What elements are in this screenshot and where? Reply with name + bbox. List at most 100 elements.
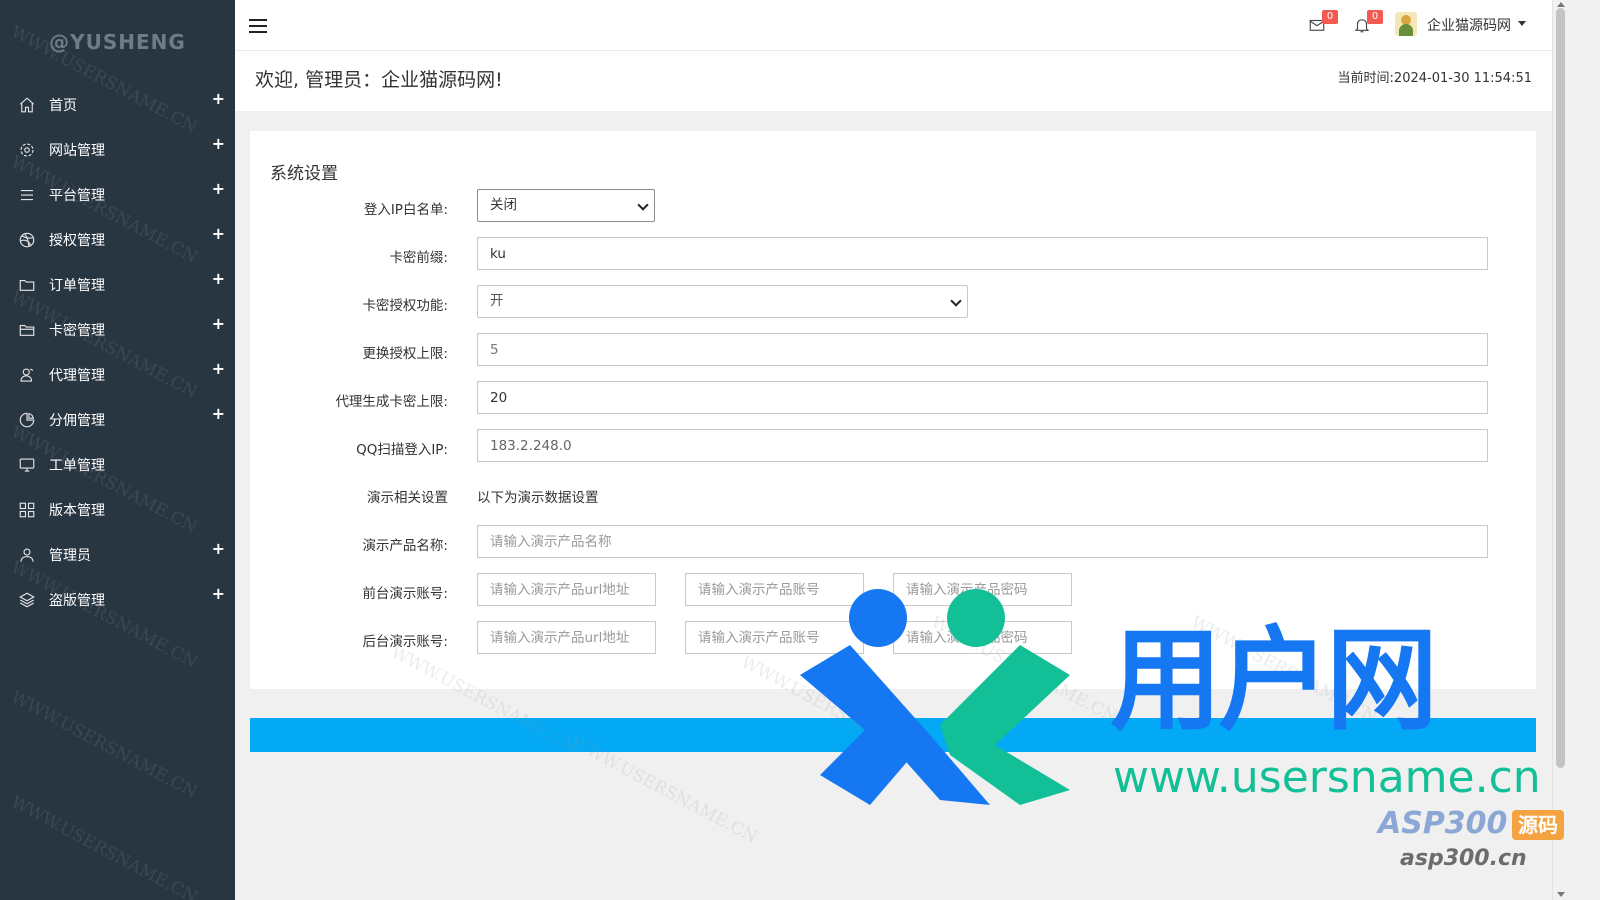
pie-chart-icon [19, 412, 35, 427]
sidebar-item-label: 管理员 [49, 547, 91, 564]
back-demo-password-input[interactable] [893, 621, 1072, 654]
form-row-ip-whitelist: 登入IP白名单: 关闭 [250, 189, 1536, 223]
caret-down-icon[interactable] [1518, 21, 1526, 26]
list-icon [21, 189, 33, 200]
form-row-auth-limit: 更换授权上限: [250, 333, 1536, 367]
expand-icon[interactable]: + [212, 224, 225, 243]
auth-change-limit-input[interactable] [477, 333, 1488, 366]
dribbble-icon [19, 232, 35, 247]
sidebar: @YUSHENG 首页 + 网站管理 + 平台管理 + 授权管理 + 订单管理 … [0, 0, 235, 900]
notification-button[interactable]: 0 [1353, 10, 1383, 36]
page-scrollbar[interactable] [1552, 0, 1569, 900]
sidebar-item-admins[interactable]: 管理员 + [0, 532, 235, 577]
home-icon [19, 96, 35, 112]
field-label: 演示产品名称: [362, 538, 448, 554]
card-auth-select[interactable]: 开 [477, 285, 968, 318]
grid-icon [19, 502, 35, 517]
sidebar-item-cards[interactable]: 卡密管理 + [0, 307, 235, 352]
scroll-up-icon[interactable] [1557, 2, 1565, 7]
folder-open-icon [19, 324, 35, 336]
agent-icon [20, 367, 34, 382]
expand-icon[interactable]: + [212, 584, 225, 603]
ip-whitelist-select[interactable]: 关闭 [477, 189, 655, 222]
front-demo-account-input[interactable] [685, 573, 864, 606]
chevron-down-icon [637, 199, 649, 211]
form-row-demo-product: 演示产品名称: [250, 525, 1536, 559]
expand-icon[interactable]: + [212, 179, 225, 198]
field-label: 演示相关设置 [367, 490, 448, 506]
form-row-card-auth: 卡密授权功能: 开 [250, 285, 1536, 319]
brand-logo: @YUSHENG [49, 30, 186, 54]
form-row-demo-settings: 演示相关设置 以下为演示数据设置 [250, 477, 1536, 511]
demo-settings-text: 以下为演示数据设置 [477, 490, 599, 506]
mail-button[interactable]: 0 [1308, 10, 1338, 36]
back-demo-url-input[interactable] [477, 621, 656, 654]
sidebar-item-label: 首页 [49, 97, 77, 114]
select-value: 开 [490, 293, 504, 309]
sidebar-item-label: 卡密管理 [49, 322, 105, 339]
welcome-bar: 欢迎, 管理员：企业猫源码网! 当前时间:2024-01-30 11:54:51 [235, 51, 1552, 111]
field-label: 登入IP白名单: [363, 202, 448, 218]
page-title: 欢迎, 管理员：企业猫源码网! [255, 69, 503, 91]
sidebar-item-agents[interactable]: 代理管理 + [0, 352, 235, 397]
front-demo-password-input[interactable] [893, 573, 1072, 606]
card-prefix-input[interactable] [477, 237, 1488, 270]
form-row-agent-limit: 代理生成卡密上限: [250, 381, 1536, 415]
asp-brand: ASP300 [1378, 806, 1508, 841]
back-demo-account-input[interactable] [685, 621, 864, 654]
sidebar-item-piracy[interactable]: 盗版管理 + [0, 577, 235, 622]
scroll-down-icon[interactable] [1557, 892, 1565, 897]
expand-icon[interactable]: + [212, 269, 225, 288]
expand-icon[interactable]: + [212, 89, 225, 108]
layers-icon [19, 592, 35, 607]
field-label: 代理生成卡密上限: [335, 394, 448, 410]
expand-icon[interactable]: + [212, 359, 225, 378]
expand-icon[interactable]: + [212, 404, 225, 423]
sidebar-item-orders[interactable]: 订单管理 + [0, 262, 235, 307]
field-label: 更换授权上限: [362, 346, 448, 362]
sidebar-item-label: 平台管理 [49, 187, 105, 204]
form-row-card-prefix: 卡密前缀: [250, 237, 1536, 271]
menu-toggle-icon[interactable] [249, 19, 267, 37]
form-row-qq-ip: QQ扫描登入IP: [250, 429, 1536, 463]
asp-tag: 源码 [1512, 810, 1564, 840]
asp-url: asp300.cn [1400, 846, 1527, 871]
current-time: 当前时间:2024-01-30 11:54:51 [1337, 71, 1532, 86]
sidebar-item-label: 分佣管理 [49, 412, 105, 429]
sidebar-item-label: 网站管理 [49, 142, 105, 159]
demo-product-name-input[interactable] [477, 525, 1488, 558]
field-label: 卡密前缀: [389, 250, 448, 266]
sidebar-item-tickets[interactable]: 工单管理 [0, 442, 235, 487]
username[interactable]: 企业猫源码网 [1427, 15, 1511, 35]
sidebar-item-website[interactable]: 网站管理 + [0, 127, 235, 172]
monitor-icon [19, 457, 35, 472]
scroll-thumb[interactable] [1556, 8, 1565, 768]
sidebar-item-label: 代理管理 [49, 367, 105, 384]
sidebar-item-commission[interactable]: 分佣管理 + [0, 397, 235, 442]
sidebar-item-label: 版本管理 [49, 502, 105, 519]
field-label: QQ扫描登入IP: [356, 442, 448, 458]
sidebar-item-label: 工单管理 [49, 457, 105, 474]
sidebar-item-platform[interactable]: 平台管理 + [0, 172, 235, 217]
expand-icon[interactable]: + [212, 134, 225, 153]
sidebar-item-versions[interactable]: 版本管理 [0, 487, 235, 532]
sidebar-item-label: 盗版管理 [49, 592, 105, 609]
field-label: 后台演示账号: [362, 634, 448, 650]
sidebar-item-label: 订单管理 [49, 277, 105, 294]
front-demo-url-input[interactable] [477, 573, 656, 606]
select-value: 关闭 [490, 197, 517, 213]
sidebar-item-license[interactable]: 授权管理 + [0, 217, 235, 262]
watermark-logo-url: www.usersname.cn [1113, 752, 1541, 803]
qq-scan-ip-input[interactable] [477, 429, 1488, 462]
gear-icon [20, 142, 34, 157]
expand-icon[interactable]: + [212, 539, 225, 558]
avatar[interactable] [1395, 12, 1417, 36]
user-icon [20, 547, 34, 562]
notification-badge: 0 [1367, 10, 1383, 24]
agent-card-limit-input[interactable] [477, 381, 1488, 414]
mail-badge: 0 [1322, 10, 1338, 24]
expand-icon[interactable]: + [212, 314, 225, 333]
sidebar-item-home[interactable]: 首页 + [0, 82, 235, 127]
field-label: 卡密授权功能: [362, 298, 448, 314]
card-title: 系统设置 [270, 164, 338, 184]
